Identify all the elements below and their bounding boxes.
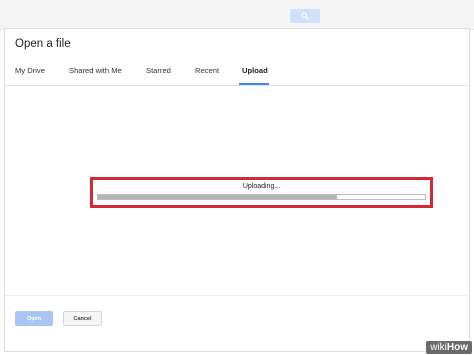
wikihow-watermark: wiki How (426, 341, 472, 354)
open-file-dialog: Open a file My Drive Shared with Me Star… (4, 28, 470, 352)
uploading-status: Uploading... (242, 183, 281, 190)
open-button[interactable]: Open (15, 311, 53, 326)
upload-progress-fill (98, 195, 337, 199)
tab-shared-with-me[interactable]: Shared with Me (69, 66, 122, 75)
tab-upload[interactable]: Upload (242, 66, 268, 75)
tab-my-drive[interactable]: My Drive (15, 66, 45, 75)
dialog-title: Open a file (15, 38, 71, 50)
upload-progress-bar (97, 194, 426, 200)
tab-bar: My Drive Shared with Me Starred Recent U… (5, 61, 469, 86)
watermark-wiki: wiki (430, 342, 447, 353)
cancel-button[interactable]: Cancel (63, 311, 102, 326)
search-icon (301, 12, 309, 20)
active-tab-indicator (239, 83, 269, 85)
upload-progress-panel: Uploading... (90, 177, 433, 208)
tab-starred[interactable]: Starred (146, 66, 171, 75)
watermark-how: How (446, 342, 468, 353)
search-button[interactable] (290, 9, 320, 23)
top-bar (0, 0, 474, 30)
dialog-footer: Open Cancel (5, 295, 469, 351)
tab-recent[interactable]: Recent (195, 66, 219, 75)
